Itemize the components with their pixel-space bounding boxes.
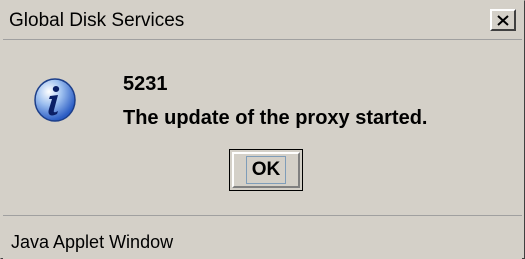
close-button[interactable]	[490, 9, 516, 31]
message-text: The update of the proxy started.	[123, 107, 428, 129]
info-icon	[33, 77, 77, 123]
ok-button-bevel: OK	[232, 152, 300, 188]
title-bar[interactable]: Global Disk Services	[3, 3, 522, 40]
close-icon	[497, 14, 509, 26]
ok-button-label: OK	[245, 156, 287, 184]
ok-button[interactable]: OK	[229, 149, 303, 191]
message-code: 5231	[123, 73, 168, 95]
status-text: Java Applet Window	[11, 232, 174, 252]
dialog-content: 5231 The update of the proxy started. OK	[3, 41, 522, 213]
dialog-window: Global Disk Services 5231 The update of …	[0, 0, 525, 259]
status-bar: Java Applet Window	[3, 215, 522, 259]
window-title: Global Disk Services	[9, 10, 185, 31]
